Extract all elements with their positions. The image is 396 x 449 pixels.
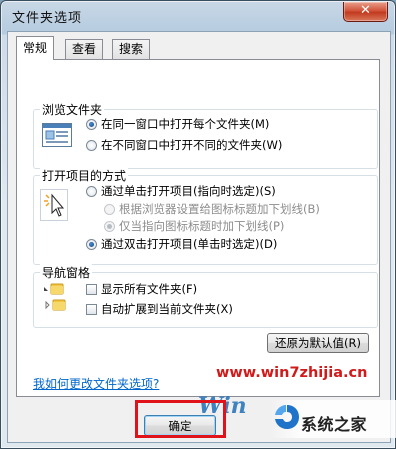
window-title: 文件夹选项	[12, 11, 83, 26]
general-tab-panel: 浏览文件夹 在同一窗口中打开每个文件夹(M) 在不同窗口中打开不同的文件夹(W)	[16, 59, 380, 397]
click-cursor-icon	[40, 189, 68, 221]
browse-folders-group: 浏览文件夹 在同一窗口中打开每个文件夹(M) 在不同窗口中打开不同的文件夹(W)	[33, 101, 378, 169]
folder-tree-icon	[44, 283, 66, 311]
browse-folders-icon	[42, 123, 72, 147]
radio-selected-icon	[86, 239, 97, 250]
watermark-url: www.win7zhijia.cn	[216, 365, 368, 381]
double-click-radio[interactable]: 通过双击打开项目(单击时选定)(D)	[86, 236, 277, 252]
nav-pane-group: 导航窗格 显示所有文件夹(F) 自动扩展到当前文件夹(X)	[33, 264, 378, 328]
radio-selected-icon	[86, 119, 97, 130]
tab-view-label: 查看	[72, 42, 97, 56]
auto-expand-label: 自动扩展到当前文件夹(X)	[101, 302, 233, 316]
checkbox-icon	[86, 284, 97, 295]
watermark-site-name: 系统之家	[301, 415, 368, 434]
single-click-label: 通过单击打开项目(指向时选定)(S)	[101, 184, 276, 198]
help-link[interactable]: 我如何更改文件夹选项?	[33, 375, 159, 392]
close-icon: ✕	[360, 3, 371, 18]
underline-point-radio[interactable]: 仅当指向图标标题时加下划线(P)	[104, 218, 284, 234]
folder-options-window: 文件夹选项 ✕ 常规 查看 搜索 浏览文件夹 在同一窗口中打开每个文件夹(M) …	[0, 0, 396, 449]
ok-button-highlight	[135, 400, 226, 438]
tab-general-label: 常规	[23, 41, 48, 55]
nav-pane-title: 导航窗格	[40, 264, 93, 281]
restore-defaults-button[interactable]: 还原为默认值(R)	[267, 333, 369, 353]
radio-selected-icon	[104, 221, 115, 232]
open-new-window-label: 在不同窗口中打开不同的文件夹(W)	[101, 138, 283, 152]
title-bar[interactable]: 文件夹选项 ✕	[1, 1, 395, 31]
checkbox-icon	[86, 304, 97, 315]
radio-icon	[86, 186, 97, 197]
double-click-label: 通过双击打开项目(单击时选定)(D)	[101, 237, 278, 251]
dialog-body: 常规 查看 搜索 浏览文件夹 在同一窗口中打开每个文件夹(M) 在不同窗口中打开…	[7, 31, 391, 443]
open-same-window-label: 在同一窗口中打开每个文件夹(M)	[101, 117, 270, 131]
open-items-title: 打开项目的方式	[40, 167, 129, 184]
radio-icon	[104, 204, 115, 215]
tab-general[interactable]: 常规	[16, 36, 55, 60]
show-all-folders-label: 显示所有文件夹(F)	[101, 282, 198, 296]
underline-point-label: 仅当指向图标标题时加下划线(P)	[119, 219, 285, 233]
underline-browser-label: 根据浏览器设置给图标标题加下划线(B)	[119, 202, 320, 216]
tab-view[interactable]: 查看	[65, 39, 104, 59]
open-same-window-radio[interactable]: 在同一窗口中打开每个文件夹(M)	[86, 116, 269, 132]
site-logo-icon	[275, 405, 299, 429]
tab-search[interactable]: 搜索	[112, 39, 151, 59]
close-button[interactable]: ✕	[343, 2, 388, 22]
underline-browser-radio[interactable]: 根据浏览器设置给图标标题加下划线(B)	[104, 201, 320, 217]
radio-icon	[86, 140, 97, 151]
open-new-window-radio[interactable]: 在不同窗口中打开不同的文件夹(W)	[86, 137, 282, 153]
open-items-group: 打开项目的方式 通过单击打开项目(指向时选定)(S) 根据浏览器设置给图标标题加…	[33, 167, 378, 265]
single-click-radio[interactable]: 通过单击打开项目(指向时选定)(S)	[86, 183, 276, 199]
show-all-folders-checkbox[interactable]: 显示所有文件夹(F)	[86, 281, 197, 297]
tab-search-label: 搜索	[119, 42, 144, 56]
auto-expand-checkbox[interactable]: 自动扩展到当前文件夹(X)	[86, 301, 233, 317]
